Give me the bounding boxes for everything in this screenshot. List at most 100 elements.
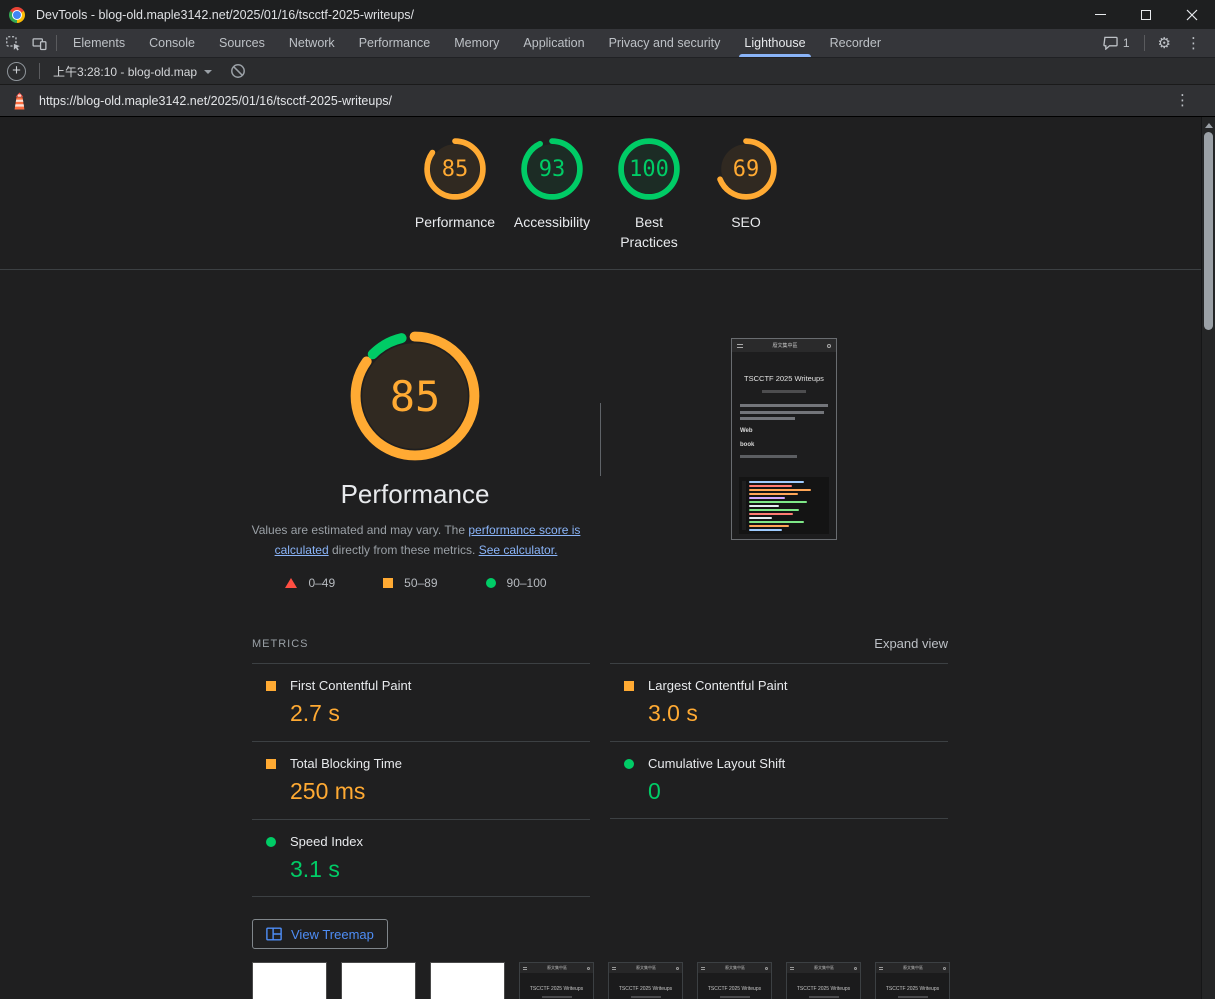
filmstrip-thumbnail: 廢文集中區TSCCTF 2025 Writeups bbox=[786, 962, 861, 999]
tab-application[interactable]: Application bbox=[511, 29, 596, 57]
clear-reports-button[interactable] bbox=[230, 63, 246, 79]
metric-value: 250 ms bbox=[290, 778, 590, 805]
legend-label: 90–100 bbox=[507, 576, 547, 590]
screenshot-date-line bbox=[762, 390, 806, 393]
tab-lighthouse[interactable]: Lighthouse bbox=[732, 29, 817, 57]
category-gauge-performance[interactable]: 85Performance bbox=[407, 117, 504, 269]
devtools-window: DevTools - blog-old.maple3142.net/2025/0… bbox=[0, 0, 1215, 999]
thumbnail-header: 廢文集中區 bbox=[787, 963, 860, 973]
vertical-scrollbar[interactable] bbox=[1201, 117, 1215, 999]
tab-sources[interactable]: Sources bbox=[207, 29, 277, 57]
legend-label: 0–49 bbox=[308, 576, 335, 590]
maximize-icon bbox=[1141, 10, 1151, 20]
gear-icon: ⚙ bbox=[1158, 34, 1171, 52]
tab-console[interactable]: Console bbox=[137, 29, 207, 57]
thumbnail-site-title: 廢文集中區 bbox=[903, 965, 923, 971]
report-header: https://blog-old.maple3142.net/2025/01/1… bbox=[0, 85, 1215, 117]
disclaimer-text: directly from these metrics. bbox=[329, 543, 479, 557]
tab-memory[interactable]: Memory bbox=[442, 29, 511, 57]
lighthouse-logo-icon bbox=[11, 92, 28, 110]
performance-gauge-score: 85 bbox=[349, 330, 481, 462]
screenshot-site-title: 廢文集中區 bbox=[772, 342, 797, 349]
filmstrip-thumbnail bbox=[341, 962, 416, 999]
metric-total-blocking-time: Total Blocking Time250 ms bbox=[252, 741, 590, 819]
hamburger-icon bbox=[612, 967, 616, 970]
toolbar-divider bbox=[39, 63, 40, 79]
legend-item: 90–100 bbox=[486, 576, 547, 590]
report-selector-label: 上午3:28:10 - blog-old.map bbox=[53, 63, 197, 80]
category-gauge-best-practices[interactable]: 100Best Practices bbox=[601, 117, 698, 269]
metric-name: Speed Index bbox=[290, 834, 363, 849]
metric-speed-index: Speed Index 3.1 s bbox=[252, 819, 590, 897]
tab-performance[interactable]: Performance bbox=[347, 29, 443, 57]
scroll-up-arrow-icon[interactable] bbox=[1205, 123, 1213, 128]
thumbnail-page-title: TSCCTF 2025 Writeups bbox=[876, 986, 949, 992]
code-line bbox=[749, 485, 792, 487]
view-treemap-button[interactable]: View Treemap bbox=[252, 919, 388, 949]
kebab-icon: ⋮ bbox=[1175, 91, 1190, 109]
filmstrip-thumbnail: 廢文集中區 TSCCTF 2025 Writeups bbox=[519, 962, 594, 999]
inspect-element-button[interactable] bbox=[0, 31, 26, 55]
search-icon bbox=[765, 967, 768, 970]
thumbnail-date-line bbox=[542, 996, 572, 998]
scrollbar-thumb[interactable] bbox=[1204, 132, 1213, 330]
metric-value: 3.1 s bbox=[290, 856, 590, 883]
code-line bbox=[749, 513, 793, 515]
filmstrip-thumbnail: 廢文集中區TSCCTF 2025 Writeups bbox=[697, 962, 772, 999]
report-menu-button[interactable]: ⋮ bbox=[1169, 93, 1196, 108]
metric-cumulative-layout-shift: Cumulative Layout Shift0 bbox=[610, 741, 948, 819]
metric-name: First Contentful Paint bbox=[290, 678, 411, 693]
report-selector[interactable]: 上午3:28:10 - blog-old.map bbox=[44, 63, 221, 80]
thumbnail-header: 廢文集中區 bbox=[520, 963, 593, 973]
window-controls bbox=[1077, 0, 1215, 29]
close-button[interactable] bbox=[1169, 0, 1215, 29]
report-url-link[interactable]: https://blog-old.maple3142.net/2025/01/1… bbox=[39, 94, 392, 108]
text-line bbox=[740, 411, 824, 414]
disclaimer-text: Values are estimated and may vary. The bbox=[252, 523, 469, 537]
code-line bbox=[749, 489, 811, 491]
tab-privacy-and-security[interactable]: Privacy and security bbox=[597, 29, 733, 57]
legend-item: 50–89 bbox=[383, 576, 437, 590]
tab-elements[interactable]: Elements bbox=[61, 29, 137, 57]
thumbnail-page-title: TSCCTF 2025 Writeups bbox=[609, 986, 682, 992]
legend-item: 0–49 bbox=[285, 576, 335, 590]
category-score: 93 bbox=[521, 138, 583, 200]
square-icon bbox=[383, 578, 393, 588]
average-square-icon bbox=[266, 759, 276, 769]
thumbnail-page-title: TSCCTF 2025 Writeups bbox=[520, 986, 593, 992]
issues-button[interactable]: 1 bbox=[1096, 36, 1137, 50]
pass-dot-icon bbox=[266, 837, 276, 847]
chevron-down-icon bbox=[204, 70, 212, 74]
expand-view-toggle[interactable]: Expand view bbox=[874, 636, 948, 651]
lighthouse-report: 85Performance93Accessibility100Best Prac… bbox=[0, 117, 1201, 999]
tab-recorder[interactable]: Recorder bbox=[818, 29, 893, 57]
code-line bbox=[749, 493, 798, 495]
devtools-menu-button[interactable]: ⋮ bbox=[1180, 36, 1207, 51]
circle-icon bbox=[486, 578, 496, 588]
code-line bbox=[749, 505, 779, 507]
thumbnail-date-line bbox=[720, 996, 750, 998]
minimize-button[interactable] bbox=[1077, 0, 1123, 29]
category-gauge-seo[interactable]: 69SEO bbox=[698, 117, 795, 269]
search-icon bbox=[587, 967, 590, 970]
devtools-tabs: ElementsConsoleSourcesNetworkPerformance… bbox=[61, 29, 893, 57]
text-line bbox=[740, 404, 828, 407]
metric-name: Cumulative Layout Shift bbox=[648, 756, 785, 771]
hamburger-icon bbox=[879, 967, 883, 970]
hamburger-icon bbox=[737, 344, 743, 348]
maximize-button[interactable] bbox=[1123, 0, 1169, 29]
settings-button[interactable]: ⚙ bbox=[1152, 36, 1177, 51]
thumbnail-site-title: 廢文集中區 bbox=[814, 965, 834, 971]
inspect-icon bbox=[5, 35, 22, 52]
thumbnail-site-title: 廢文集中區 bbox=[636, 965, 656, 971]
disclaimer-link[interactable]: See calculator. bbox=[479, 543, 558, 557]
category-gauge-accessibility[interactable]: 93Accessibility bbox=[504, 117, 601, 269]
screenshot-heading: book bbox=[740, 442, 836, 448]
new-report-button[interactable]: + bbox=[7, 62, 26, 81]
metrics-header: METRICS Expand view bbox=[252, 636, 948, 651]
tab-network[interactable]: Network bbox=[277, 29, 347, 57]
pass-dot-icon bbox=[624, 759, 634, 769]
metrics-grid: First Contentful Paint2.7 sLargest Conte… bbox=[252, 663, 948, 897]
toggle-device-toolbar-button[interactable] bbox=[26, 31, 52, 55]
toolbar-divider bbox=[1144, 35, 1145, 51]
